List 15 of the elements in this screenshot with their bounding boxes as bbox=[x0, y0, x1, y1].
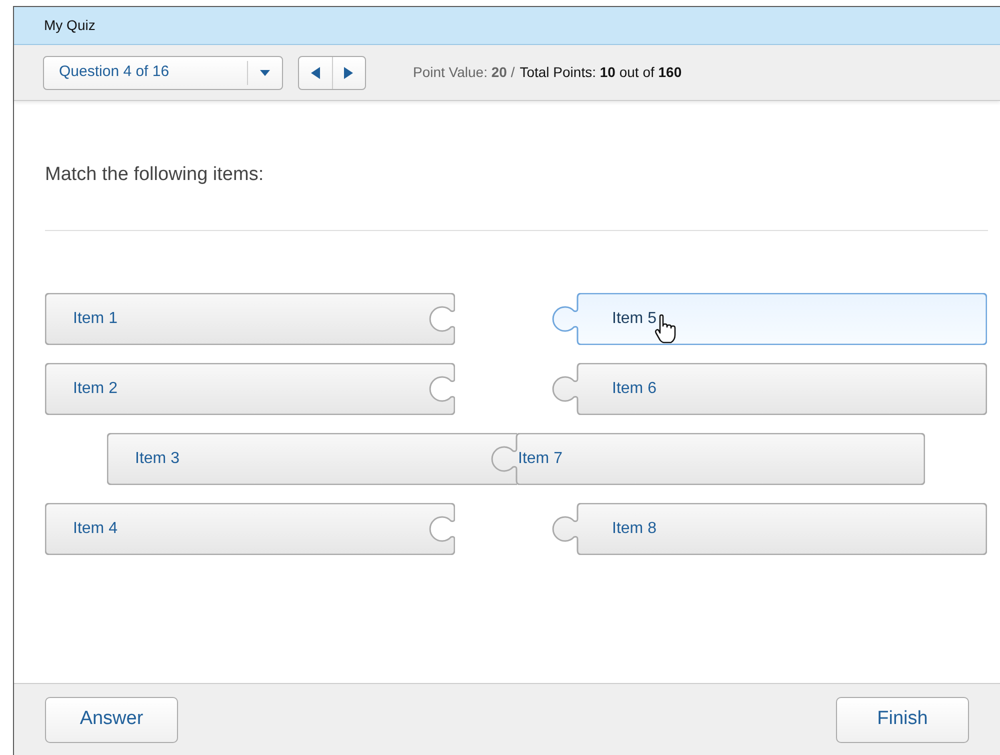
left-arrow-icon bbox=[310, 66, 320, 78]
right-arrow-icon bbox=[344, 66, 354, 78]
caret-icon bbox=[260, 70, 270, 76]
match-item[interactable]: Item 3 bbox=[107, 432, 487, 484]
match-item[interactable]: Item 4 bbox=[45, 502, 455, 554]
point-value: Point Value: 20 / bbox=[413, 63, 515, 82]
footer-button[interactable]: Answer bbox=[45, 696, 178, 742]
question-dropdown[interactable]: Question 4 of 16 bbox=[43, 56, 283, 90]
hand-cursor-icon bbox=[654, 314, 678, 344]
footer-button[interactable]: Finish bbox=[836, 696, 969, 742]
match-item[interactable]: Item 2 bbox=[45, 362, 455, 414]
match-item[interactable]: Item 1 bbox=[45, 292, 455, 344]
window-title: My Quiz bbox=[44, 16, 96, 35]
question-text: Match the following items: bbox=[45, 163, 265, 187]
total-points: Total Points: 10 out of 160 bbox=[520, 63, 682, 82]
